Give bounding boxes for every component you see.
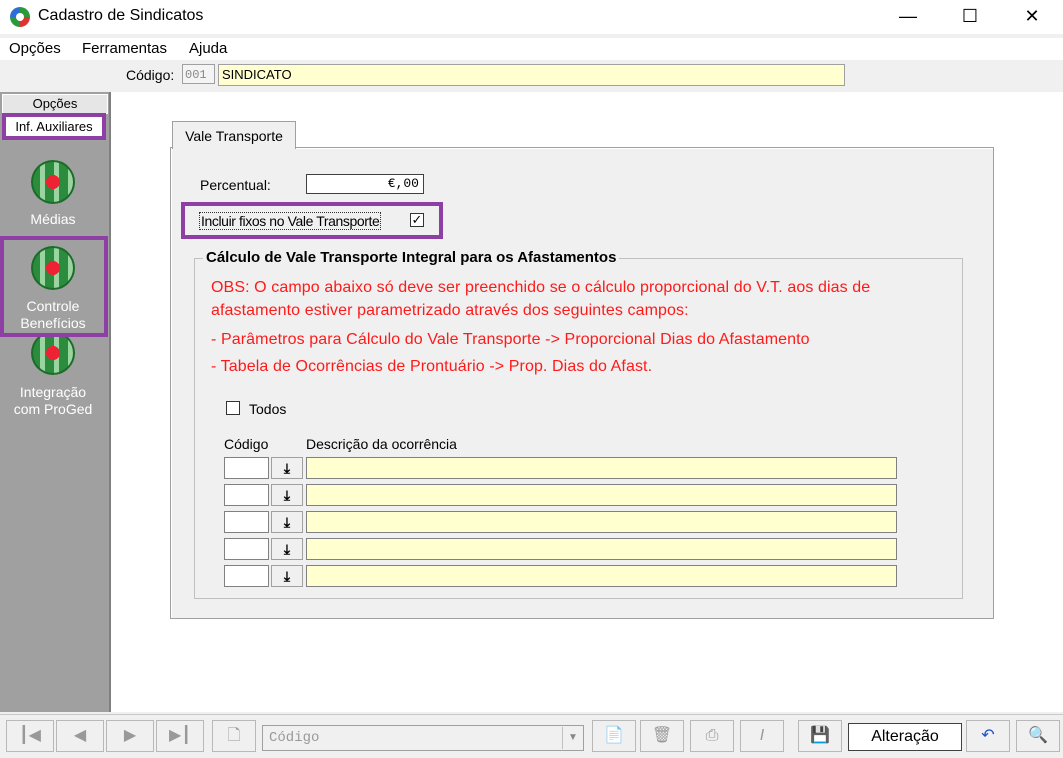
binoculars-icon[interactable]: 🔍: [1016, 720, 1060, 752]
globe-icon: [31, 160, 75, 204]
sidebar-tab-opcoes[interactable]: Opções: [2, 94, 108, 114]
undo-icon[interactable]: ↶: [966, 720, 1010, 752]
lookup-arrow-icon[interactable]: ⤓: [271, 511, 303, 533]
sidebar-item-integracao-proged[interactable]: Integração com ProGed: [0, 384, 106, 418]
incluir-fixos-checkbox[interactable]: ✓: [410, 213, 424, 227]
percentual-input[interactable]: €,00: [306, 174, 424, 194]
occurrence-code-input[interactable]: [224, 457, 269, 479]
lookup-arrow-icon[interactable]: ⤓: [271, 565, 303, 587]
info-icon[interactable]: I: [740, 720, 784, 752]
status-indicator: Alteração: [848, 723, 962, 751]
column-header-descricao: Descrição da ocorrência: [306, 436, 457, 452]
occurrence-description-field[interactable]: [306, 511, 897, 533]
menu-opcoes[interactable]: Opções: [9, 40, 61, 57]
print-icon[interactable]: ⎙: [690, 720, 734, 752]
obs-line: - Tabela de Ocorrências de Prontuário ->…: [211, 358, 653, 375]
obs-line: afastamento estiver parametrizado atravé…: [211, 302, 689, 319]
close-icon[interactable]: ✕: [1009, 0, 1055, 34]
lookup-arrow-icon[interactable]: ⤓: [271, 457, 303, 479]
first-record-icon[interactable]: ┃◀: [6, 720, 54, 752]
sidebar-tab-inf-auxiliares[interactable]: Inf. Auxiliares: [2, 113, 106, 140]
code-label: Código:: [126, 67, 175, 83]
previous-record-icon[interactable]: ◀: [56, 720, 104, 752]
globe-icon: [31, 337, 75, 375]
occurrence-code-input[interactable]: [224, 484, 269, 506]
save-icon[interactable]: 💾: [798, 720, 842, 752]
menu-ferramentas[interactable]: Ferramentas: [82, 40, 167, 57]
sidebar-item-proged-icon-wrap: [0, 337, 106, 377]
app-icon: [10, 7, 30, 27]
chevron-down-icon[interactable]: ▼: [562, 727, 583, 749]
new-document-icon[interactable]: 🗋: [212, 720, 256, 752]
window-title: Cadastro de Sindicatos: [38, 7, 204, 24]
occurrence-description-field[interactable]: [306, 457, 897, 479]
todos-checkbox[interactable]: [226, 401, 240, 415]
obs-line: OBS: O campo abaixo só deve ser preenchi…: [211, 279, 871, 296]
next-record-icon[interactable]: ▶: [106, 720, 154, 752]
minimize-icon[interactable]: —: [885, 0, 931, 34]
group-title: Cálculo de Vale Transporte Integral para…: [203, 249, 620, 266]
occurrence-code-input[interactable]: [224, 538, 269, 560]
sidebar-item-medias[interactable]: Médias: [0, 160, 106, 228]
delete-icon[interactable]: 🗑: [640, 720, 684, 752]
tab-vale-transporte[interactable]: Vale Transporte: [172, 121, 296, 149]
last-record-icon[interactable]: ▶┃: [156, 720, 204, 752]
report-icon[interactable]: 📄: [592, 720, 636, 752]
incluir-fixos-label[interactable]: Incluir fixos no Vale Transporte: [199, 212, 382, 230]
union-name-field[interactable]: SINDICATO: [218, 64, 845, 86]
highlight-box: [0, 236, 108, 337]
sidebar-item-label: Médias: [30, 211, 76, 227]
maximize-icon[interactable]: ☐: [947, 0, 993, 34]
occurrence-description-field[interactable]: [306, 538, 897, 560]
menu-ajuda[interactable]: Ajuda: [189, 40, 227, 57]
occurrence-description-field[interactable]: [306, 565, 897, 587]
lookup-arrow-icon[interactable]: ⤓: [271, 484, 303, 506]
occurrence-description-field[interactable]: [306, 484, 897, 506]
obs-line: - Parâmetros para Cálculo do Vale Transp…: [211, 331, 810, 348]
percentual-label: Percentual:: [200, 177, 271, 193]
occurrence-code-input[interactable]: [224, 511, 269, 533]
column-header-codigo: Código: [224, 436, 269, 452]
lookup-arrow-icon[interactable]: ⤓: [271, 538, 303, 560]
occurrence-code-input[interactable]: [224, 565, 269, 587]
search-field-combo[interactable]: Código: [262, 725, 584, 751]
todos-label: Todos: [249, 401, 287, 417]
code-number-field[interactable]: 001: [182, 64, 215, 84]
